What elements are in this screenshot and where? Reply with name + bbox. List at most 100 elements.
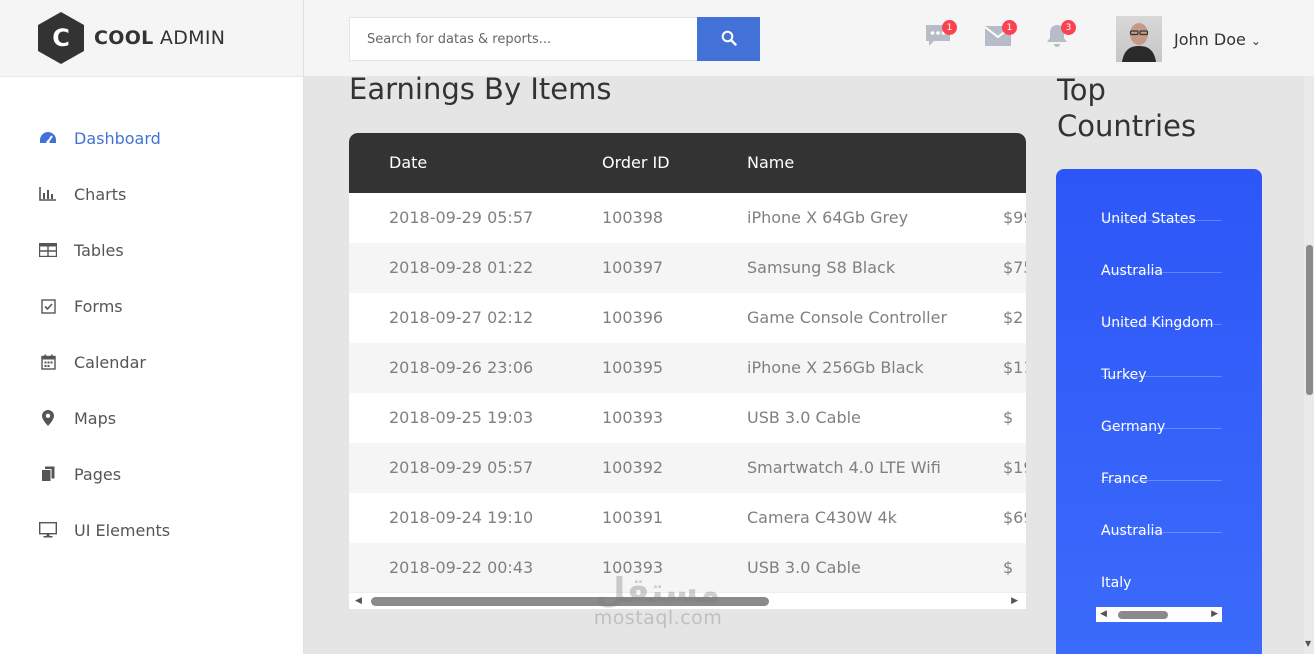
top-countries-panel: United States Australia United Kingdom Turk… xyxy=(1056,169,1262,654)
mail-count-badge: 1 xyxy=(1002,20,1017,35)
sidebar-item-pages[interactable]: Pages xyxy=(0,446,303,502)
cell-date: 2018-09-28 01:22 xyxy=(389,258,534,277)
sidebar-item-label: Tables xyxy=(74,240,124,260)
country-item[interactable]: Germany xyxy=(1101,377,1222,435)
sidebar-item-forms[interactable]: Forms xyxy=(0,278,303,334)
table-row[interactable]: 2018-09-25 19:03 100393 USB 3.0 Cable $ xyxy=(349,393,1026,443)
search-input[interactable] xyxy=(349,17,697,61)
cell-price: $19 xyxy=(1003,458,1026,477)
search-icon xyxy=(721,30,737,49)
chat-count-badge: 1 xyxy=(942,20,957,35)
search-button[interactable] xyxy=(697,17,760,61)
cell-order-id: 100398 xyxy=(602,208,664,227)
cell-name: iPhone X 64Gb Grey xyxy=(747,208,909,227)
country-item[interactable]: Italy xyxy=(1101,533,1222,591)
sidebar-item-calendar[interactable]: Calendar xyxy=(0,334,303,390)
logo-text: COOL ADMIN xyxy=(94,27,226,49)
country-item[interactable]: Australia xyxy=(1101,221,1222,279)
table-row[interactable]: 2018-09-29 05:57 100392 Smartwatch 4.0 LTE… xyxy=(349,443,1026,493)
earnings-title: Earnings By Items xyxy=(349,72,612,106)
table-row[interactable]: 2018-09-29 05:57 100398 iPhone X 64Gb Grey… xyxy=(349,193,1026,243)
sidebar: C COOL ADMIN Dashboard Charts Tables For… xyxy=(0,0,304,654)
desktop-icon xyxy=(38,520,58,540)
logo[interactable]: C COOL ADMIN xyxy=(0,0,303,77)
country-name: Italy xyxy=(1101,575,1132,591)
sidebar-item-ui-elements[interactable]: UI Elements xyxy=(0,502,303,558)
cell-date: 2018-09-29 05:57 xyxy=(389,208,534,227)
cell-name: Camera C430W 4k xyxy=(747,508,897,527)
cell-order-id: 100393 xyxy=(602,408,664,427)
notification-count-badge: 3 xyxy=(1061,20,1076,35)
table-row[interactable]: 2018-09-27 02:12 100396 Game Console Contr… xyxy=(349,293,1026,343)
map-marker-icon xyxy=(38,408,58,428)
cell-price: $ xyxy=(1003,558,1014,577)
sidebar-item-charts[interactable]: Charts xyxy=(0,166,303,222)
chat-notification-button[interactable]: 1 xyxy=(922,20,957,54)
cell-name: Samsung S8 Black xyxy=(747,258,896,277)
country-item[interactable]: United Kingdom xyxy=(1101,273,1222,331)
avatar[interactable] xyxy=(1116,16,1162,62)
sidebar-item-tables[interactable]: Tables xyxy=(0,222,303,278)
sidebar-item-label: Pages xyxy=(74,464,122,484)
table-row[interactable]: 2018-09-24 19:10 100391 Camera C430W 4k $69 xyxy=(349,493,1026,543)
cell-price: $69 xyxy=(1003,508,1026,527)
cell-name: iPhone X 256Gb Black xyxy=(747,358,924,377)
top-countries-title: Top Countries xyxy=(1057,73,1197,143)
country-item[interactable]: United States xyxy=(1101,169,1222,227)
cell-name: USB 3.0 Cable xyxy=(747,408,861,427)
sidebar-item-label: UI Elements xyxy=(74,520,171,540)
calendar-icon xyxy=(38,352,58,372)
cell-date: 2018-09-24 19:10 xyxy=(389,508,534,527)
user-name: John Doe xyxy=(1174,30,1246,49)
mail-notification-button[interactable]: 1 xyxy=(982,20,1017,54)
cell-price: $2 xyxy=(1003,308,1024,327)
sidebar-item-label: Dashboard xyxy=(74,128,161,148)
cell-date: 2018-09-27 02:12 xyxy=(389,308,534,327)
cell-order-id: 100397 xyxy=(602,258,664,277)
watermark-logo: مستقل xyxy=(595,571,721,611)
column-header-date[interactable]: Date xyxy=(389,153,427,172)
scrollbar-thumb[interactable] xyxy=(1118,611,1168,619)
top-header: 1 1 3 John Doe ⌄ xyxy=(304,0,1314,77)
country-item[interactable]: Australia xyxy=(1101,481,1222,539)
country-item[interactable]: France xyxy=(1101,429,1222,487)
page-vertical-scrollbar[interactable]: ▼ xyxy=(1304,77,1314,654)
countries-horizontal-scrollbar[interactable]: ◀ ▶ xyxy=(1096,607,1222,622)
scroll-right-arrow-icon[interactable]: ▶ xyxy=(1011,596,1018,606)
cell-name: USB 3.0 Cable xyxy=(747,558,861,577)
user-menu[interactable]: John Doe ⌄ xyxy=(1174,30,1261,49)
earnings-table: Date Order ID Name 2018-09-29 05:57 10039… xyxy=(349,133,1026,609)
scroll-left-arrow-icon[interactable]: ◀ xyxy=(355,596,362,606)
cell-order-id: 100391 xyxy=(602,508,664,527)
table-icon xyxy=(38,240,58,260)
scroll-left-arrow-icon[interactable]: ◀ xyxy=(1100,609,1107,619)
cell-date: 2018-09-29 05:57 xyxy=(389,458,534,477)
cell-name: Game Console Controller xyxy=(747,308,948,327)
bell-notification-button[interactable]: 3 xyxy=(1041,20,1076,54)
country-item[interactable]: Turkey xyxy=(1101,325,1222,383)
sidebar-item-maps[interactable]: Maps xyxy=(0,390,303,446)
copy-pages-icon xyxy=(38,464,58,484)
cell-price: $ xyxy=(1003,408,1014,427)
sidebar-item-label: Maps xyxy=(74,408,117,428)
cell-date: 2018-09-26 23:06 xyxy=(389,358,534,377)
scroll-down-arrow-icon[interactable]: ▼ xyxy=(1305,639,1311,648)
column-header-name[interactable]: Name xyxy=(747,153,794,172)
chevron-down-icon: ⌄ xyxy=(1250,34,1261,48)
cell-date: 2018-09-22 00:43 xyxy=(389,558,534,577)
table-row[interactable]: 2018-09-28 01:22 100397 Samsung S8 Black $7… xyxy=(349,243,1026,293)
table-row[interactable]: 2018-09-26 23:06 100395 iPhone X 256Gb Bla… xyxy=(349,343,1026,393)
column-header-order-id[interactable]: Order ID xyxy=(602,153,670,172)
table-header: Date Order ID Name xyxy=(349,133,1026,193)
sidebar-item-dashboard[interactable]: Dashboard xyxy=(0,110,303,166)
watermark-url: mostaql.com xyxy=(593,607,723,629)
watermark: مستقل mostaql.com xyxy=(578,571,738,629)
bar-chart-icon xyxy=(38,184,58,204)
cell-price: $75 xyxy=(1003,258,1026,277)
cell-order-id: 100395 xyxy=(602,358,664,377)
checkbox-icon xyxy=(38,296,58,316)
scroll-right-arrow-icon[interactable]: ▶ xyxy=(1211,609,1218,619)
cell-price: $119 xyxy=(1003,358,1026,377)
scrollbar-thumb[interactable] xyxy=(1306,245,1313,395)
cell-order-id: 100396 xyxy=(602,308,664,327)
